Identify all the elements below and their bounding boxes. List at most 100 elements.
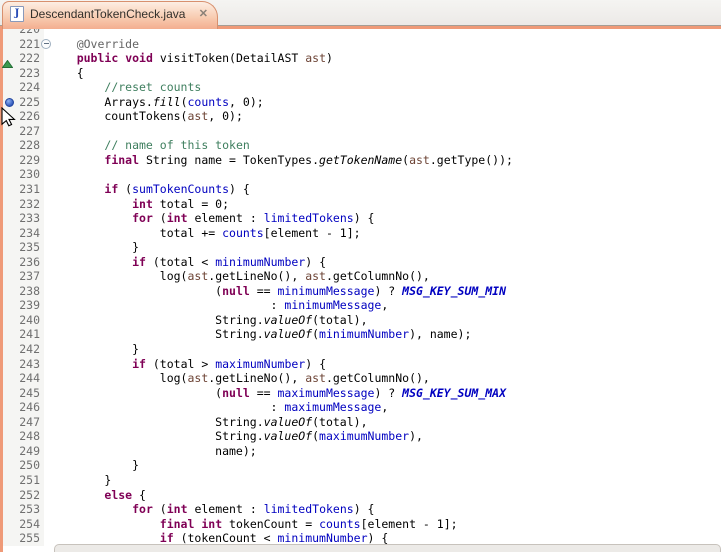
code-text[interactable]: //reset counts	[44, 80, 721, 95]
code-text[interactable]	[44, 29, 721, 37]
code-text[interactable]	[44, 167, 721, 182]
code-text[interactable]: if (sumTokenCounts) {	[44, 182, 721, 197]
line-number[interactable]: 238	[3, 284, 44, 299]
line-number[interactable]: 252	[3, 488, 44, 503]
code-line-222[interactable]: 222 public void visitToken(DetailAST ast…	[0, 51, 721, 66]
line-number[interactable]: 228	[3, 138, 44, 153]
code-line-242[interactable]: 242 }	[0, 342, 721, 357]
code-text[interactable]: name);	[44, 444, 721, 459]
line-number[interactable]: 248	[3, 429, 44, 444]
code-line-241[interactable]: 241 String.valueOf(minimumNumber), name)…	[0, 327, 721, 342]
code-text[interactable]: : minimumMessage,	[44, 298, 721, 313]
code-line-220[interactable]: 220	[0, 29, 721, 37]
code-text[interactable]: if (total > maximumNumber) {	[44, 357, 721, 372]
code-line-244[interactable]: 244 log(ast.getLineNo(), ast.getColumnNo…	[0, 371, 721, 386]
line-number[interactable]: 255	[3, 531, 44, 546]
code-text[interactable]: {	[44, 66, 721, 81]
code-line-227[interactable]: 227	[0, 124, 721, 139]
code-line-249[interactable]: 249 name);	[0, 444, 721, 459]
code-text[interactable]: public void visitToken(DetailAST ast)	[44, 51, 721, 66]
code-text[interactable]: String.valueOf(total),	[44, 415, 721, 430]
code-line-246[interactable]: 246 : maximumMessage,	[0, 400, 721, 415]
code-line-235[interactable]: 235 }	[0, 240, 721, 255]
code-line-251[interactable]: 251 }	[0, 473, 721, 488]
code-line-238[interactable]: 238 (null == minimumMessage) ? MSG_KEY_S…	[0, 284, 721, 299]
code-text[interactable]: String.valueOf(total),	[44, 313, 721, 328]
code-text[interactable]: total += counts[element - 1];	[44, 226, 721, 241]
line-number[interactable]: 232	[3, 197, 44, 212]
code-line-252[interactable]: 252 else {	[0, 488, 721, 503]
code-line-253[interactable]: 253 for (int element : limitedTokens) {	[0, 502, 721, 517]
code-text[interactable]: }	[44, 458, 721, 473]
code-line-245[interactable]: 245 (null == maximumMessage) ? MSG_KEY_S…	[0, 386, 721, 401]
code-text[interactable]: (null == minimumMessage) ? MSG_KEY_SUM_M…	[44, 284, 721, 299]
code-text[interactable]: }	[44, 473, 721, 488]
code-text[interactable]: Arrays.fill(counts, 0);	[44, 95, 721, 110]
code-text[interactable]	[44, 124, 721, 139]
code-line-232[interactable]: 232 int total = 0;	[0, 197, 721, 212]
code-editor[interactable]: 220221 @Override222 public void visitTok…	[0, 29, 721, 552]
breakpoint-icon[interactable]	[5, 98, 14, 107]
code-text[interactable]: : maximumMessage,	[44, 400, 721, 415]
line-number[interactable]: 237	[3, 269, 44, 284]
line-number[interactable]: 233	[3, 211, 44, 226]
line-number[interactable]: 249	[3, 444, 44, 459]
code-line-225[interactable]: 225 Arrays.fill(counts, 0);	[0, 95, 721, 110]
code-line-237[interactable]: 237 log(ast.getLineNo(), ast.getColumnNo…	[0, 269, 721, 284]
code-text[interactable]: for (int element : limitedTokens) {	[44, 211, 721, 226]
code-line-247[interactable]: 247 String.valueOf(total),	[0, 415, 721, 430]
code-line-223[interactable]: 223 {	[0, 66, 721, 81]
code-line-233[interactable]: 233 for (int element : limitedTokens) {	[0, 211, 721, 226]
code-text[interactable]: int total = 0;	[44, 197, 721, 212]
code-text[interactable]: log(ast.getLineNo(), ast.getColumnNo(),	[44, 371, 721, 386]
line-number[interactable]: 246	[3, 400, 44, 415]
code-text[interactable]: countTokens(ast, 0);	[44, 109, 721, 124]
line-number[interactable]: 245	[3, 386, 44, 401]
line-number[interactable]: 220	[3, 29, 44, 37]
code-line-243[interactable]: 243 if (total > maximumNumber) {	[0, 357, 721, 372]
code-text[interactable]: }	[44, 342, 721, 357]
line-number[interactable]: 235	[3, 240, 44, 255]
line-number[interactable]: 254	[3, 517, 44, 532]
code-text[interactable]: @Override	[44, 37, 721, 52]
editor-tab-descendanttokencheck[interactable]: J DescendantTokenCheck.java ✕	[2, 1, 218, 29]
code-text[interactable]: if (total < minimumNumber) {	[44, 255, 721, 270]
code-text[interactable]: // name of this token	[44, 138, 721, 153]
line-number[interactable]: 231	[3, 182, 44, 197]
line-number[interactable]: 229	[3, 153, 44, 168]
line-number[interactable]: 239	[3, 298, 44, 313]
code-text[interactable]: String.valueOf(maximumNumber),	[44, 429, 721, 444]
collapse-minus-icon[interactable]	[41, 39, 51, 49]
code-text[interactable]: String.valueOf(minimumNumber), name);	[44, 327, 721, 342]
line-number[interactable]: 234	[3, 226, 44, 241]
line-number[interactable]: 243	[3, 357, 44, 372]
code-text[interactable]: for (int element : limitedTokens) {	[44, 502, 721, 517]
code-text[interactable]: (null == maximumMessage) ? MSG_KEY_SUM_M…	[44, 386, 721, 401]
code-line-230[interactable]: 230	[0, 167, 721, 182]
line-number[interactable]: 240	[3, 313, 44, 328]
code-line-228[interactable]: 228 // name of this token	[0, 138, 721, 153]
code-line-231[interactable]: 231 if (sumTokenCounts) {	[0, 182, 721, 197]
code-text[interactable]: else {	[44, 488, 721, 503]
code-line-248[interactable]: 248 String.valueOf(maximumNumber),	[0, 429, 721, 444]
code-text[interactable]: final String name = TokenTypes.getTokenN…	[44, 153, 721, 168]
line-number[interactable]: 242	[3, 342, 44, 357]
code-line-229[interactable]: 229 final String name = TokenTypes.getTo…	[0, 153, 721, 168]
line-number[interactable]: 236	[3, 255, 44, 270]
line-number[interactable]: 224	[3, 80, 44, 95]
code-line-224[interactable]: 224 //reset counts	[0, 80, 721, 95]
line-number[interactable]: 230	[3, 167, 44, 182]
code-line-234[interactable]: 234 total += counts[element - 1];	[0, 226, 721, 241]
code-text[interactable]: final int tokenCount = counts[element - …	[44, 517, 721, 532]
line-number[interactable]: 223	[3, 66, 44, 81]
line-number[interactable]: 251	[3, 473, 44, 488]
code-line-221[interactable]: 221 @Override	[0, 37, 721, 52]
code-text[interactable]: }	[44, 240, 721, 255]
horizontal-scrollbar[interactable]	[54, 544, 721, 552]
line-number[interactable]: 247	[3, 415, 44, 430]
code-line-239[interactable]: 239 : minimumMessage,	[0, 298, 721, 313]
code-line-240[interactable]: 240 String.valueOf(total),	[0, 313, 721, 328]
code-line-254[interactable]: 254 final int tokenCount = counts[elemen…	[0, 517, 721, 532]
line-number[interactable]: 250	[3, 458, 44, 473]
code-line-226[interactable]: 226 countTokens(ast, 0);	[0, 109, 721, 124]
